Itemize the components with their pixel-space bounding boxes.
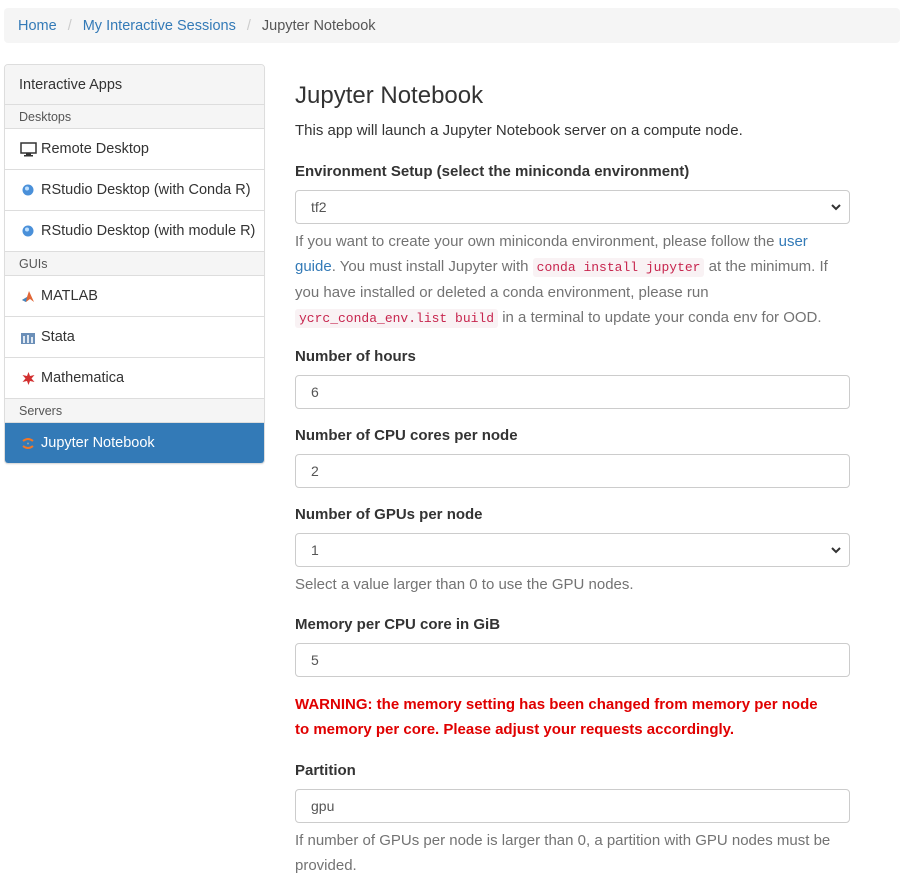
partition-label: Partition xyxy=(295,762,356,779)
memory-input-value: 5 xyxy=(311,652,319,668)
app-description: This app will launch a Jupyter Notebook … xyxy=(295,122,743,139)
environment-help-text: in a terminal to update your conda env f… xyxy=(498,309,822,326)
breadcrumb-separator: / xyxy=(246,17,251,34)
sidebar-item-jupyter[interactable]: Jupyter Notebook xyxy=(5,423,264,463)
environment-select-value: tf2 xyxy=(311,199,327,215)
sidebar-item-label: RStudio Desktop (with module R) xyxy=(41,223,256,239)
gpus-select-value: 1 xyxy=(311,542,319,558)
monitor-icon xyxy=(19,141,37,157)
sidebar: Interactive Apps Desktops Remote Desktop… xyxy=(4,64,265,464)
jupyter-icon xyxy=(19,435,37,451)
memory-warning: WARNING: the memory setting has been cha… xyxy=(295,696,818,738)
sidebar-heading: Interactive Apps xyxy=(5,65,264,105)
gpus-label: Number of GPUs per node xyxy=(295,506,483,523)
sidebar-item-remote-desktop[interactable]: Remote Desktop xyxy=(5,129,264,170)
breadcrumb-home-link[interactable]: Home xyxy=(18,18,57,34)
cpu-cores-label: Number of CPU cores per node xyxy=(295,427,518,444)
sidebar-item-matlab[interactable]: MATLAB xyxy=(5,276,264,317)
conda-install-code: conda install jupyter xyxy=(532,258,705,277)
cpu-cores-input-value: 2 xyxy=(311,463,319,479)
memory-input[interactable]: 5 xyxy=(295,643,850,677)
gpus-select[interactable]: 1 xyxy=(295,533,850,567)
partition-input-value: gpu xyxy=(311,798,335,814)
page-title: Jupyter Notebook xyxy=(295,82,484,109)
chevron-down-icon xyxy=(829,543,843,557)
sidebar-group-guis: GUIs xyxy=(5,252,264,276)
rstudio-icon xyxy=(19,182,37,198)
memory-label: Memory per CPU core in GiB xyxy=(295,616,501,633)
conda-env-list-code: ycrc_conda_env.list build xyxy=(295,309,499,328)
environment-help: If you want to create your own miniconda… xyxy=(295,229,850,331)
hours-label: Number of hours xyxy=(295,348,416,365)
sidebar-item-rstudio-module[interactable]: RStudio Desktop (with module R) xyxy=(5,211,264,252)
sidebar-item-mathematica[interactable]: Mathematica xyxy=(5,358,264,399)
partition-input[interactable]: gpu xyxy=(295,789,850,823)
sidebar-item-rstudio-conda[interactable]: RStudio Desktop (with Conda R) xyxy=(5,170,264,211)
environment-help-text: . You must install Jupyter with xyxy=(331,258,533,275)
environment-select[interactable]: tf2 xyxy=(295,190,850,224)
sidebar-item-label: Jupyter Notebook xyxy=(41,435,155,451)
breadcrumb-current: Jupyter Notebook xyxy=(261,17,376,34)
sidebar-item-label: Mathematica xyxy=(41,370,125,386)
stata-icon xyxy=(19,329,37,345)
sidebar-item-label: Remote Desktop xyxy=(41,141,149,157)
environment-help-text: If you want to create your own miniconda… xyxy=(295,233,779,250)
sidebar-group-servers: Servers xyxy=(5,399,264,423)
matlab-icon xyxy=(19,288,37,304)
sidebar-item-label: MATLAB xyxy=(41,288,98,304)
sidebar-item-label: RStudio Desktop (with Conda R) xyxy=(41,182,251,198)
hours-input-value: 6 xyxy=(311,384,319,400)
mathematica-icon xyxy=(19,370,37,386)
partition-help: If number of GPUs per node is larger tha… xyxy=(295,832,831,874)
breadcrumb-sessions-link[interactable]: My Interactive Sessions xyxy=(83,18,236,34)
chevron-down-icon xyxy=(829,200,843,214)
rstudio-icon xyxy=(19,223,37,239)
sidebar-item-stata[interactable]: Stata xyxy=(5,317,264,358)
breadcrumb: Home / My Interactive Sessions / Jupyter… xyxy=(4,8,900,43)
sidebar-item-label: Stata xyxy=(41,329,75,345)
hours-input[interactable]: 6 xyxy=(295,375,850,409)
breadcrumb-separator: / xyxy=(67,17,72,34)
environment-label: Environment Setup (select the miniconda … xyxy=(295,163,690,180)
sidebar-group-desktops: Desktops xyxy=(5,105,264,129)
cpu-cores-input[interactable]: 2 xyxy=(295,454,850,488)
gpus-help: Select a value larger than 0 to use the … xyxy=(295,576,634,593)
